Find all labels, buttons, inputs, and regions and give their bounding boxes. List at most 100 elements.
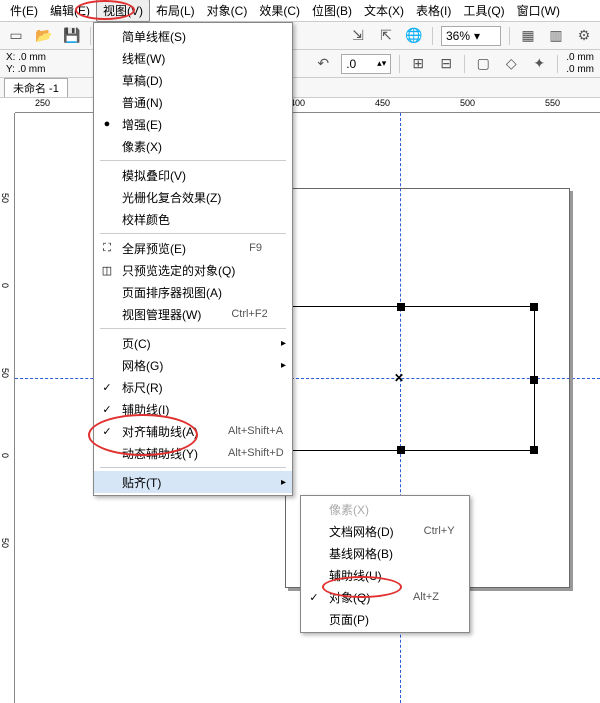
menu-separator — [100, 233, 286, 234]
menu-item-label: 基线网格(B) — [329, 545, 439, 562]
menu-separator — [100, 328, 286, 329]
menu-item[interactable]: 光栅化复合效果(Z) — [94, 186, 292, 208]
menu-item[interactable]: 网格(G) ▸ — [94, 354, 292, 376]
menu-item[interactable]: 页面排序器视图(A) — [94, 281, 292, 303]
menu-tool[interactable]: 工具(Q) — [457, 0, 510, 21]
align-icon[interactable]: ⊞ — [408, 54, 428, 74]
snap-icon[interactable]: ▦ — [518, 26, 538, 46]
menu-item[interactable]: 辅助线(U) — [301, 564, 469, 586]
web-icon[interactable]: 🌐 — [404, 26, 424, 46]
divider — [557, 55, 558, 73]
new-icon[interactable]: ▭ — [6, 26, 26, 46]
menu-item-label: 校样颜色 — [122, 211, 262, 228]
import-icon[interactable]: ⇲ — [348, 26, 368, 46]
menu-window[interactable]: 窗口(W) — [511, 0, 566, 21]
divider — [509, 27, 510, 45]
menu-edit[interactable]: 编辑(E) — [44, 0, 96, 21]
export-icon[interactable]: ⇱ — [376, 26, 396, 46]
menu-item-label: 标尺(R) — [122, 379, 262, 396]
menu-item[interactable]: 草稿(D) — [94, 69, 292, 91]
coord-display-right: .0 mm .0 mm — [566, 52, 594, 76]
chevron-down-icon: ▾ — [474, 29, 480, 43]
menu-item[interactable]: 普通(N) — [94, 91, 292, 113]
menu-item[interactable]: 贴齐(T)▸ — [94, 471, 292, 493]
check-icon: ✓ — [100, 424, 114, 438]
menu-item[interactable]: 页面(P) — [301, 608, 469, 630]
menu-table[interactable]: 表格(I) — [410, 0, 457, 21]
divider — [90, 27, 91, 45]
menu-item[interactable]: ✓ 标尺(R) — [94, 376, 292, 398]
shape2-icon[interactable]: ◇ — [501, 54, 521, 74]
menu-item-label: 像素(X) — [329, 501, 439, 518]
menu-item-label: 线框(W) — [122, 50, 262, 67]
menu-item[interactable]: 视图管理器(W)Ctrl+F2 — [94, 303, 292, 325]
menu-file[interactable]: 件(E) — [4, 0, 44, 21]
menu-item[interactable]: 模拟叠印(V) — [94, 164, 292, 186]
menu-item[interactable]: ✓对齐辅助线(A)Alt+Shift+A — [94, 420, 292, 442]
menu-item-shortcut: F9 — [249, 242, 262, 254]
menu-item-label: 增强(E) — [122, 116, 262, 133]
menu-item-label: 页面排序器视图(A) — [122, 284, 262, 301]
shape3-icon[interactable]: ✦ — [529, 54, 549, 74]
divider — [464, 55, 465, 73]
undo-icon[interactable]: ↶ — [313, 54, 333, 74]
menu-item-label: 简单线框(S) — [122, 28, 262, 45]
menu-item[interactable]: ⛶全屏预览(E)F9 — [94, 237, 292, 259]
menu-item-shortcut: Ctrl+F2 — [231, 308, 267, 320]
menu-item[interactable]: 简单线框(S) — [94, 25, 292, 47]
value-input[interactable]: .0 ▴▾ — [341, 54, 391, 74]
divider — [432, 27, 433, 45]
bullet-icon: ◫ — [100, 263, 114, 277]
handle-bm[interactable] — [397, 446, 405, 454]
menu-item-label: 光栅化复合效果(Z) — [122, 189, 262, 206]
zoom-value: 36% — [446, 29, 470, 43]
open-icon[interactable]: 📂 — [34, 26, 54, 46]
check-icon: ✓ — [307, 590, 321, 604]
doc-tab-bar: 未命名 -1 — [0, 78, 600, 98]
shape1-icon[interactable]: ▢ — [473, 54, 493, 74]
center-marker[interactable]: ✕ — [394, 371, 404, 385]
menu-item-label: 辅助线(U) — [329, 567, 439, 584]
menu-item[interactable]: 像素(X) — [94, 135, 292, 157]
handle-mr[interactable] — [530, 376, 538, 384]
handle-tm[interactable] — [397, 303, 405, 311]
menu-object[interactable]: 对象(C) — [201, 0, 254, 21]
menu-item[interactable]: 校样颜色 — [94, 208, 292, 230]
handle-br[interactable] — [530, 446, 538, 454]
menu-item[interactable]: 文档网格(D)Ctrl+Y — [301, 520, 469, 542]
menu-item-label: 对齐辅助线(A) — [122, 423, 198, 440]
check-icon: ✓ — [100, 380, 114, 394]
menu-item[interactable]: 线框(W) — [94, 47, 292, 69]
menu-item-shortcut: Alt+Z — [413, 591, 439, 603]
menu-item[interactable]: ◫只预览选定的对象(Q) — [94, 259, 292, 281]
menu-item-label: 像素(X) — [122, 138, 262, 155]
zoom-combo[interactable]: 36% ▾ — [441, 26, 501, 46]
submenu-arrow-icon: ▸ — [281, 338, 286, 349]
menu-item[interactable]: ● 增强(E) — [94, 113, 292, 135]
menu-item[interactable]: ✓辅助线(I) — [94, 398, 292, 420]
selected-object[interactable]: ✕ — [265, 306, 535, 451]
save-icon[interactable]: 💾 — [62, 26, 82, 46]
menu-item-label: 网格(G) — [122, 357, 262, 374]
menu-text[interactable]: 文本(X) — [358, 0, 410, 21]
align2-icon[interactable]: ⊟ — [436, 54, 456, 74]
menu-effect[interactable]: 效果(C) — [253, 0, 306, 21]
toolbar-main: ▭ 📂 💾 🖶 ⇲ ⇱ 🌐 36% ▾ ▦ ▥ ⚙ — [0, 22, 600, 50]
menu-item[interactable]: 基线网格(B) — [301, 542, 469, 564]
vertical-ruler[interactable]: 50 0 50 0 50 — [0, 113, 15, 703]
menu-layout[interactable]: 布局(L) — [150, 0, 201, 21]
doc-tab[interactable]: 未命名 -1 — [4, 78, 68, 97]
menu-view[interactable]: 视图(V) — [96, 0, 150, 22]
options-icon[interactable]: ⚙ — [574, 26, 594, 46]
property-bar: X: .0 mm Y: .0 mm ↶ .0 ▴▾ ⊞ ⊟ ▢ ◇ ✦ .0 m… — [0, 50, 600, 78]
menu-item[interactable]: 页(C)▸ — [94, 332, 292, 354]
handle-tr[interactable] — [530, 303, 538, 311]
snap2-icon[interactable]: ▥ — [546, 26, 566, 46]
menu-item[interactable]: 动态辅助线(Y)Alt+Shift+D — [94, 442, 292, 464]
menu-bitmap[interactable]: 位图(B) — [306, 0, 358, 21]
bullet-icon: ● — [100, 117, 114, 131]
menu-item-label: 贴齐(T) — [122, 474, 262, 491]
menu-item-label: 动态辅助线(Y) — [122, 445, 198, 462]
menu-item-label: 普通(N) — [122, 94, 262, 111]
submenu-arrow-icon: ▸ — [281, 360, 286, 371]
